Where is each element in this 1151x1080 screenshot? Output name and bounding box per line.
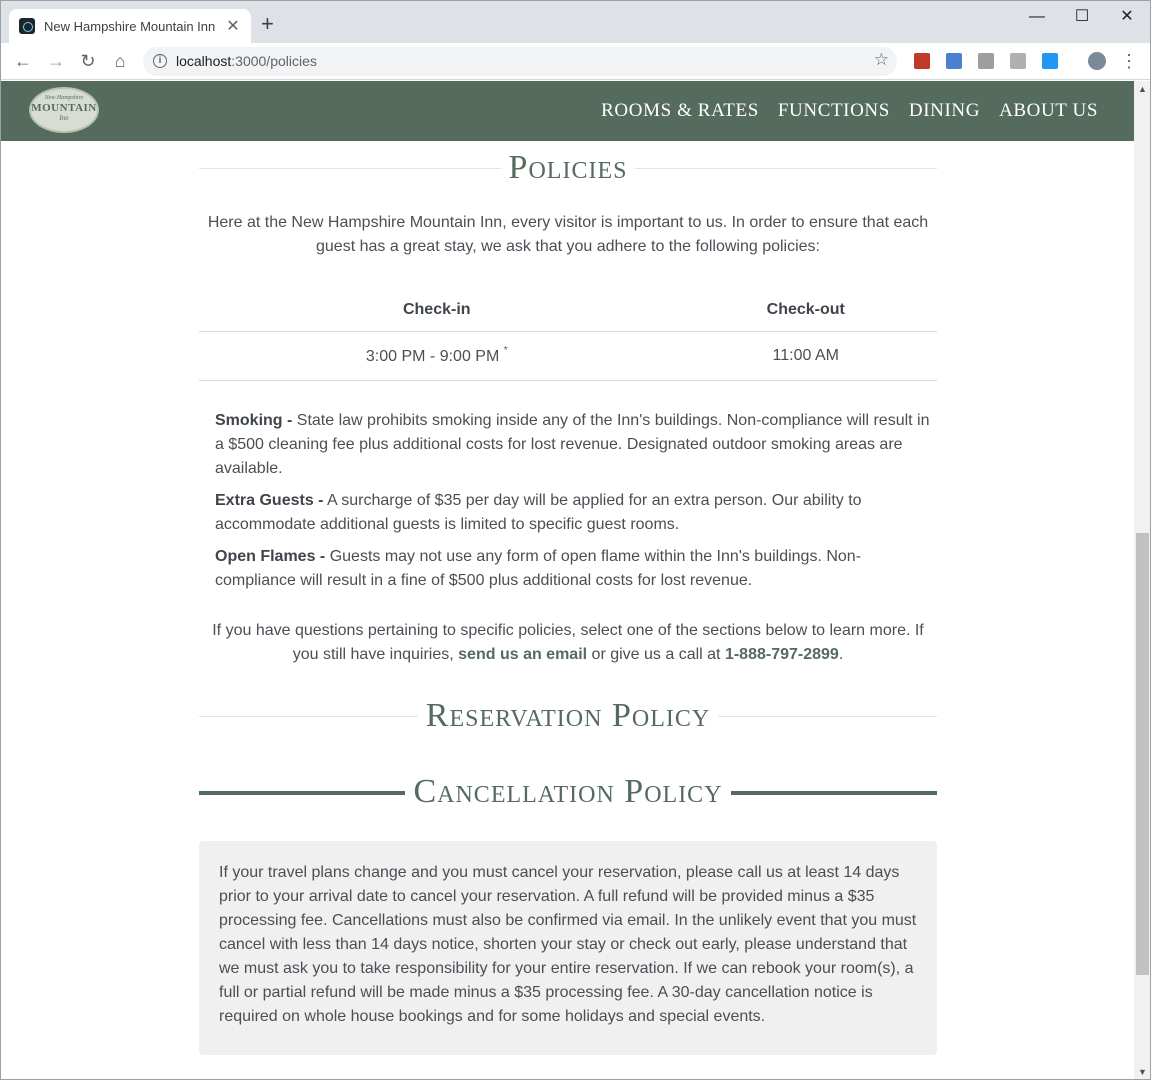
logo-top-text: New Hampshire [44, 95, 84, 101]
checkout-header: Check-out [674, 289, 937, 332]
policy-item-smoking: Smoking - State law prohibits smoking in… [215, 409, 931, 481]
main-content: Policies Here at the New Hampshire Mount… [199, 141, 937, 1055]
policy-text: State law prohibits smoking inside any o… [215, 411, 930, 477]
reservation-policy-heading[interactable]: Reservation Policy [199, 689, 937, 743]
back-arrow-icon[interactable]: ← [12, 50, 34, 72]
scrollbar-thumb[interactable] [1136, 533, 1149, 975]
profile-avatar[interactable] [1088, 52, 1106, 70]
react-favicon-icon [19, 18, 35, 34]
cancellation-policy-heading[interactable]: Cancellation Policy [199, 765, 937, 819]
cancellation-policy-title: Cancellation Policy [405, 772, 731, 810]
policy-label: Extra Guests - [215, 491, 324, 509]
policy-item-open-flames: Open Flames - Guests may not use any for… [215, 545, 931, 593]
main-nav: ROOMS & RATES FUNCTIONS DINING ABOUT US [601, 100, 1098, 122]
tab-close-icon[interactable]: ✕ [225, 16, 241, 36]
reservation-policy-title: Reservation Policy [417, 696, 719, 734]
url-host: localhost [176, 53, 232, 69]
extension-icon-1[interactable] [914, 53, 930, 69]
url-path: :3000/policies [231, 53, 317, 69]
address-bar[interactable]: i localhost:3000/policies ☆ [143, 47, 897, 76]
nav-rooms-rates[interactable]: ROOMS & RATES [601, 100, 759, 122]
checkin-checkout-table: Check-in Check-out 3:00 PM - 9:00 PM * 1… [199, 289, 937, 381]
menu-dots-icon[interactable]: ⋮ [1118, 50, 1140, 72]
contact-middle: or give us a call at [587, 645, 725, 663]
tab-title: New Hampshire Mountain Inn [44, 18, 216, 34]
checkin-value: 3:00 PM - 9:00 PM [365, 348, 500, 365]
checkin-footnote-mark: * [503, 345, 508, 356]
checkin-cell: 3:00 PM - 9:00 PM * [199, 331, 675, 381]
policies-title: Policies [500, 149, 636, 186]
policies-heading: Policies [199, 141, 937, 195]
policy-item-extra-guests: Extra Guests - A surcharge of $35 per da… [215, 489, 931, 537]
policy-label: Smoking - [215, 411, 293, 429]
policy-label: Open Flames - [215, 547, 326, 565]
new-tab-button[interactable]: + [261, 13, 274, 35]
extension-icon-2[interactable] [946, 53, 962, 69]
minimize-button[interactable]: — [1014, 5, 1060, 29]
url-text: localhost:3000/policies [176, 53, 317, 69]
extension-icon-3[interactable] [978, 53, 994, 69]
maximize-button[interactable]: ☐ [1059, 5, 1105, 29]
site-info-icon[interactable]: i [153, 54, 167, 68]
scroll-down-arrow-icon[interactable]: ▼ [1134, 1064, 1150, 1079]
browser-window: New Hampshire Mountain Inn ✕ + — ☐ ✕ ← →… [0, 0, 1151, 1080]
nav-dining[interactable]: DINING [909, 100, 980, 122]
tab-strip: New Hampshire Mountain Inn ✕ + — ☐ ✕ [1, 1, 1150, 43]
logo-main-text: MOUNTAIN [31, 102, 97, 114]
extension-icon-5[interactable] [1042, 53, 1058, 69]
contact-paragraph: If you have questions pertaining to spec… [199, 619, 937, 667]
policy-list: Smoking - State law prohibits smoking in… [199, 409, 937, 593]
home-icon[interactable]: ⌂ [109, 50, 131, 72]
scroll-up-arrow-icon[interactable]: ▲ [1134, 81, 1150, 98]
checkout-value: 11:00 AM [674, 331, 937, 381]
contact-after: . [838, 645, 844, 663]
browser-tab[interactable]: New Hampshire Mountain Inn ✕ [9, 9, 251, 43]
policies-intro: Here at the New Hampshire Mountain Inn, … [207, 214, 929, 255]
nav-about-us[interactable]: ABOUT US [999, 100, 1098, 122]
bookmark-star-icon[interactable]: ☆ [874, 50, 889, 70]
phone-link[interactable]: 1-888-797-2899 [725, 646, 839, 663]
site-header: New Hampshire MOUNTAIN Inn ROOMS & RATES… [1, 81, 1134, 141]
page-viewport: New Hampshire MOUNTAIN Inn ROOMS & RATES… [1, 81, 1134, 1079]
close-window-button[interactable]: ✕ [1104, 5, 1150, 29]
extension-icon-4[interactable] [1010, 53, 1026, 69]
checkin-header: Check-in [199, 289, 675, 332]
cancellation-policy-text: If your travel plans change and you must… [219, 863, 917, 1025]
email-link[interactable]: send us an email [458, 646, 587, 663]
vertical-scrollbar[interactable]: ▲ ▼ [1134, 81, 1150, 1079]
forward-arrow-icon[interactable]: → [45, 50, 67, 72]
table-row: 3:00 PM - 9:00 PM * 11:00 AM [199, 331, 937, 381]
cancellation-policy-panel: If your travel plans change and you must… [199, 840, 937, 1055]
site-logo[interactable]: New Hampshire MOUNTAIN Inn [29, 87, 99, 133]
reload-icon[interactable]: ↻ [77, 50, 99, 72]
nav-functions[interactable]: FUNCTIONS [778, 100, 890, 122]
logo-bottom-text: Inn [59, 114, 69, 122]
